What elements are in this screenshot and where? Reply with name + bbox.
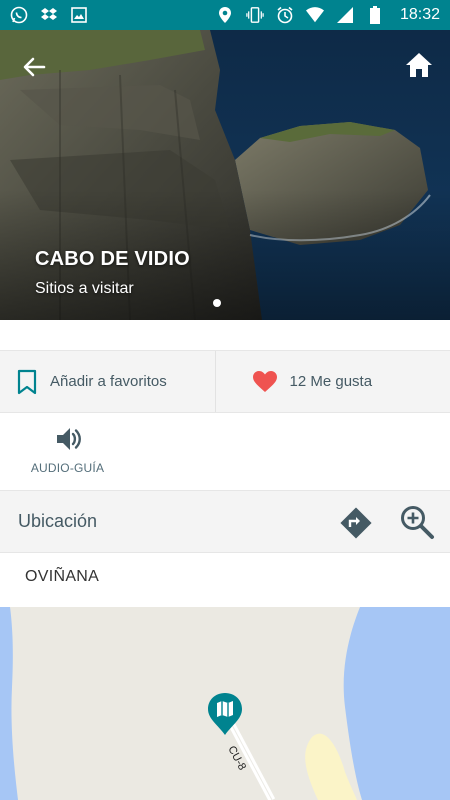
audio-guide-label: AUDIO-GUÍA	[30, 461, 105, 475]
like-button[interactable]: 12 Me gusta	[214, 351, 450, 412]
status-bar: 18:32	[0, 0, 450, 30]
back-button[interactable]	[20, 52, 50, 82]
location-header: Ubicación	[0, 490, 450, 553]
alarm-icon	[276, 6, 294, 24]
directions-button[interactable]	[338, 505, 374, 541]
battery-icon	[366, 6, 384, 24]
home-button[interactable]	[404, 50, 434, 80]
hero-image[interactable]: CABO DE VIDIO Sitios a visitar	[0, 30, 450, 320]
zoom-in-icon	[401, 506, 434, 539]
likes-count-label: 12 Me gusta	[289, 373, 373, 390]
bookmark-icon	[17, 369, 37, 394]
wifi-icon	[305, 6, 324, 24]
directions-icon	[340, 507, 372, 539]
signal-icon	[336, 6, 354, 24]
add-favorite-button[interactable]: Añadir a favoritos	[0, 351, 215, 412]
zoom-in-button[interactable]	[398, 503, 436, 541]
location-icon	[216, 6, 234, 24]
place-category: Sitios a visitar	[35, 280, 134, 297]
action-row: Añadir a favoritos 12 Me gusta	[0, 350, 450, 413]
home-icon	[406, 53, 432, 77]
map-view[interactable]	[0, 607, 450, 800]
coast-cliff-photo	[0, 30, 450, 320]
place-name: OVIÑANA	[25, 568, 100, 585]
carousel-indicator	[213, 299, 221, 307]
whatsapp-icon	[10, 6, 28, 24]
place-title: CABO DE VIDIO	[35, 248, 190, 270]
audio-guide-button[interactable]: AUDIO-GUÍA	[20, 425, 115, 481]
dropbox-icon	[40, 6, 58, 24]
volume-icon	[56, 428, 81, 450]
image-icon	[70, 6, 88, 24]
status-time: 18:32	[399, 6, 440, 23]
vibrate-icon	[246, 6, 264, 24]
map-marker-icon[interactable]	[205, 691, 245, 737]
add-favorite-label: Añadir a favoritos	[50, 373, 167, 390]
arrow-left-icon	[23, 57, 46, 77]
heart-icon	[252, 370, 277, 392]
location-title: Ubicación	[18, 511, 98, 531]
